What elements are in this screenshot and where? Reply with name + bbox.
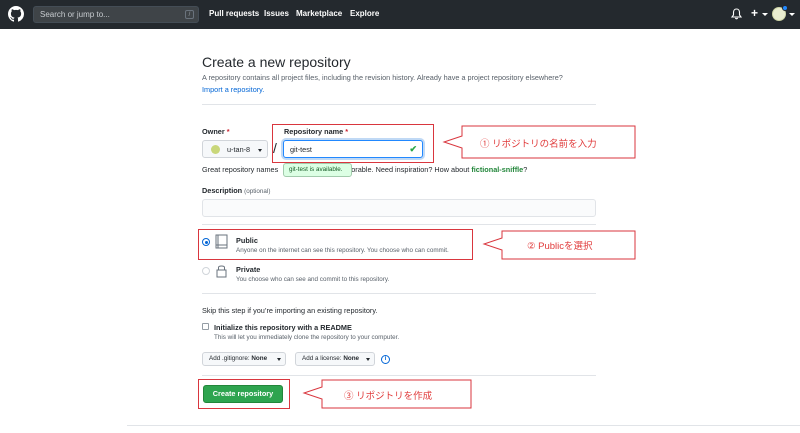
- owner-label: Owner *: [202, 127, 230, 136]
- divider: [202, 104, 596, 105]
- divider: [202, 375, 596, 376]
- page-subtitle: A repository contains all project files,…: [202, 73, 563, 82]
- annotation-text-step1: ① リポジトリの名前を入力: [480, 139, 597, 150]
- search-input[interactable]: Search or jump to... /: [33, 6, 199, 23]
- chevron-down-icon: [258, 149, 262, 152]
- create-new-plus-icon[interactable]: +: [751, 6, 758, 20]
- nav-pull-requests[interactable]: Pull requests: [209, 9, 259, 18]
- annotation-box-public: [198, 229, 473, 260]
- github-logo-icon[interactable]: [8, 6, 24, 22]
- lock-icon: [216, 265, 227, 278]
- annotation-text-step2: ② Publicを選択: [527, 241, 593, 252]
- chevron-down-icon: [277, 358, 281, 361]
- nav-issues[interactable]: Issues: [264, 9, 289, 18]
- readme-label: Initialize this repository with a README: [214, 323, 352, 332]
- slash-shortcut-key: /: [185, 10, 194, 19]
- page-title: Create a new repository: [202, 54, 351, 70]
- annotation-box-create: [198, 379, 290, 409]
- notifications-bell-icon[interactable]: [731, 8, 742, 20]
- nav-explore[interactable]: Explore: [350, 9, 379, 18]
- import-repository-link[interactable]: Import a repository.: [202, 85, 264, 94]
- private-radio[interactable]: [202, 267, 210, 275]
- chevron-down-icon: [762, 13, 768, 16]
- search-placeholder: Search or jump to...: [40, 10, 110, 19]
- footer-divider: [127, 425, 800, 426]
- divider: [202, 293, 596, 294]
- description-input[interactable]: [202, 199, 596, 217]
- annotation-box-repo-name: [272, 124, 434, 163]
- add-gitignore-select[interactable]: Add .gitignore: None: [202, 352, 286, 366]
- info-icon[interactable]: i: [381, 355, 390, 364]
- nav-marketplace[interactable]: Marketplace: [296, 9, 342, 18]
- description-label: Description (optional): [202, 186, 271, 195]
- suggested-name-link[interactable]: fictional-sniffle: [471, 165, 523, 174]
- name-suggestion-text: Great repository names orable. Need inspi…: [202, 165, 528, 174]
- chevron-down-icon: [366, 358, 370, 361]
- unread-indicator: [782, 5, 788, 11]
- add-license-select[interactable]: Add a license: None: [295, 352, 375, 366]
- readme-description: This will let you immediately clone the …: [214, 334, 400, 341]
- chevron-down-icon: [789, 13, 795, 16]
- annotation-text-step3: ③ リポジトリを作成: [344, 391, 433, 402]
- skip-step-text: Skip this step if you’re importing an ex…: [202, 306, 378, 315]
- private-title: Private: [236, 265, 261, 274]
- owner-avatar: [211, 145, 220, 154]
- private-description: You choose who can see and commit to thi…: [236, 276, 390, 283]
- availability-tooltip: git-test is available.: [283, 163, 352, 177]
- readme-checkbox[interactable]: [202, 323, 209, 330]
- top-nav-bar: Search or jump to... / Pull requests Iss…: [0, 0, 800, 29]
- owner-select-button[interactable]: u-tan-8: [202, 140, 268, 158]
- owner-value: u-tan-8: [227, 145, 251, 154]
- divider: [202, 224, 596, 225]
